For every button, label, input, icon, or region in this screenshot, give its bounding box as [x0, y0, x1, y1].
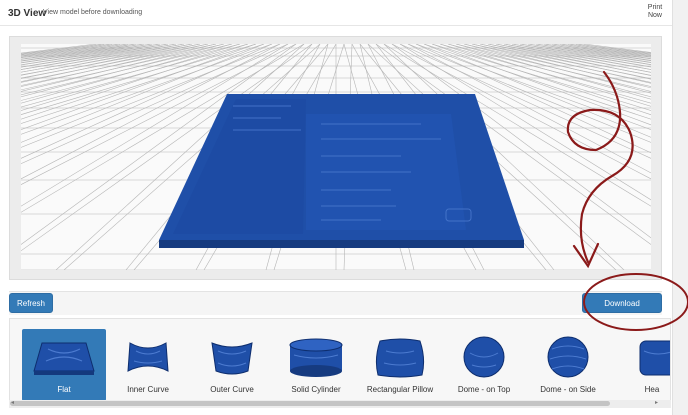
print-label: Print	[647, 4, 663, 11]
shape-label-outer-curve: Outer Curve	[210, 385, 254, 394]
refresh-button[interactable]: Refresh	[9, 293, 53, 313]
shape-option-flat[interactable]: Flat	[22, 329, 106, 401]
viewer-toolbar	[9, 291, 662, 315]
inner-curve-thumbnail-icon	[127, 342, 169, 372]
header-bar: 3D View View model before downloading Pr…	[0, 0, 672, 26]
shape-strip: Flat Inner Curve Outer Curve Solid Cylin…	[9, 318, 671, 408]
shape-label-flat: Flat	[57, 385, 71, 394]
shape-option-heart[interactable]: Hea	[610, 329, 670, 401]
shape-option-dome-on-side[interactable]: Dome - on Side	[526, 329, 610, 401]
shape-label-inner-curve: Inner Curve	[127, 385, 169, 394]
shape-label-rectangular-pillow: Rectangular Pillow	[366, 385, 434, 394]
heart-thumbnail-icon	[639, 340, 670, 376]
shape-option-dome-on-top[interactable]: Dome - on Top	[442, 329, 526, 401]
outer-curve-thumbnail-icon	[211, 342, 253, 375]
rectangular-pillow-thumbnail-icon	[375, 338, 425, 378]
shape-option-solid-cylinder[interactable]: Solid Cylinder	[274, 329, 358, 401]
vertical-scrollbar[interactable]	[672, 0, 688, 415]
3d-viewer[interactable]	[9, 36, 662, 280]
download-button[interactable]: Download	[582, 293, 662, 313]
solid-cylinder-thumbnail-icon	[289, 338, 343, 377]
page-subtitle: View model before downloading	[43, 9, 143, 16]
scroll-right-icon[interactable]: ▸	[655, 399, 658, 406]
print-now-link[interactable]: Print Now	[641, 4, 669, 20]
shape-label-dome-on-side: Dome - on Side	[540, 385, 596, 394]
shape-option-rectangular-pillow[interactable]: Rectangular Pillow	[358, 329, 442, 401]
now-label: Now	[647, 12, 662, 19]
scrollbar-thumb[interactable]	[10, 401, 610, 406]
shape-option-inner-curve[interactable]: Inner Curve	[106, 329, 190, 401]
shape-option-outer-curve[interactable]: Outer Curve	[190, 329, 274, 401]
shape-label-dome-on-top: Dome - on Top	[457, 385, 511, 394]
scroll-left-icon[interactable]: ◂	[11, 399, 14, 406]
page-title: 3D View	[8, 8, 47, 19]
shape-label-solid-cylinder: Solid Cylinder	[291, 385, 341, 394]
3d-scene	[21, 44, 651, 270]
flat-thumbnail-icon	[33, 342, 95, 375]
dome-on-side-thumbnail-icon	[547, 336, 589, 378]
shape-label-heart: Hea	[644, 385, 660, 394]
dome-on-top-thumbnail-icon	[463, 336, 505, 378]
